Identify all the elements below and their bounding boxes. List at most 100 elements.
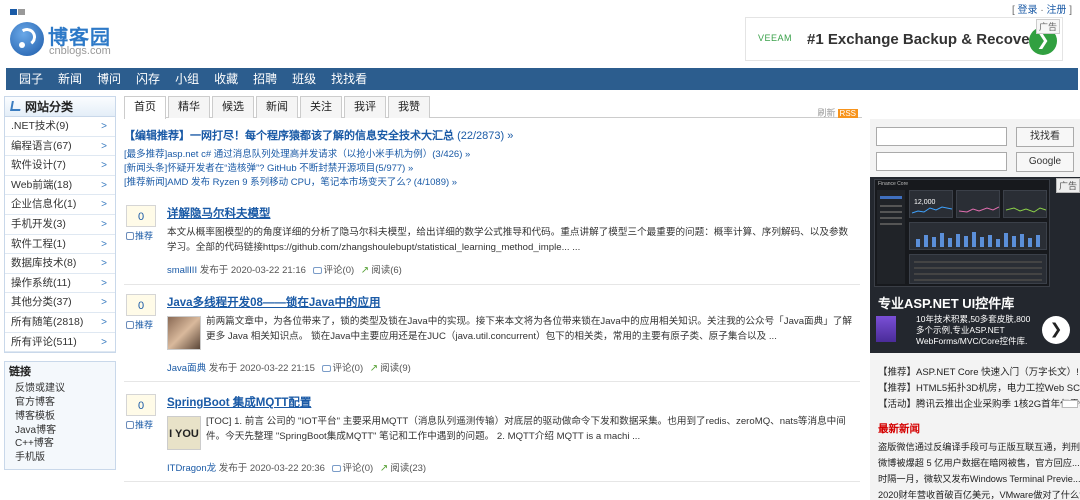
tab-news[interactable]: 新闻 [256, 96, 298, 118]
register-link[interactable]: 注册 [1046, 5, 1066, 16]
tab-home[interactable]: 首页 [124, 96, 166, 119]
recommendation-list: [最多推荐]asp.net c# 通过消息队列处理高并发请求（以抢小米手机为例）… [124, 148, 862, 190]
tab-my-comments[interactable]: 我评 [344, 96, 386, 118]
post-meta: ITDragon龙 发布于 2020-03-22 20:36 评论(0) ↗ 阅读… [167, 460, 426, 474]
nav-item[interactable]: 找找看 [318, 68, 367, 90]
news-item[interactable]: 2020财年营收首破百亿美元，VMware做对了什么? [878, 487, 1080, 500]
author-avatar[interactable]: I YOU [167, 416, 201, 450]
tab-featured[interactable]: 精华 [168, 96, 210, 118]
recommend-button[interactable]: 推荐 [126, 418, 156, 431]
site-logo[interactable]: 博客园 cnblogs.com [10, 20, 140, 62]
top-squares-icon [10, 4, 26, 15]
editor-headline[interactable]: 【编辑推荐】一网打尽！每个程序猿都该了解的信息安全技术大汇总 (22/2873)… [124, 127, 862, 143]
top-bar: [ 登录 · 注册 ] [0, 0, 1080, 16]
category-title: 网站分类 [25, 100, 74, 114]
category-item[interactable]: 所有随笔(2818) > [5, 312, 115, 333]
side-ad-title: 专业ASP.NET UI控件库 [878, 296, 1015, 311]
rss-icon[interactable]: RSS [837, 109, 858, 118]
recommend-button[interactable]: 推荐 [126, 229, 156, 242]
site-search-button[interactable]: 找找看 [1016, 127, 1074, 147]
nav-item[interactable]: 博问 [84, 68, 121, 90]
vote-count: 0 [126, 294, 156, 316]
post-author[interactable]: smallIII [167, 265, 197, 276]
nav-item[interactable]: 班级 [279, 68, 316, 90]
promo-item[interactable]: 【活动】腾讯云推出企业采购季 1核2G首年仅需99元 [878, 396, 1080, 410]
promo-item[interactable]: 【推荐】ASP.NET Core 快速入门（万字长文）! [878, 364, 1079, 378]
read-icon: ↗ [369, 363, 379, 374]
side-ad-arrow-icon[interactable]: ❯ [1042, 316, 1070, 344]
google-search-button[interactable]: Google [1016, 152, 1074, 172]
link-item[interactable]: Java博客 [5, 424, 115, 438]
comment-icon [321, 365, 331, 372]
category-item[interactable]: 手机开发(3) > [5, 214, 115, 235]
comment-icon [331, 465, 341, 472]
category-item[interactable]: 其他分类(37) > [5, 293, 115, 313]
bracket-close: ] [1069, 5, 1072, 16]
tab-my-likes[interactable]: 我赞 [388, 96, 430, 118]
thumbs-up-icon [126, 321, 134, 329]
vote-count: 0 [126, 394, 156, 416]
news-item[interactable]: 微博被爆超 5 亿用户数据在暗网被售，官方回应... [878, 455, 1080, 469]
chevron-right-icon: > [101, 297, 107, 309]
chevron-right-icon: > [101, 336, 107, 348]
headline-text: 【编辑推荐】一网打尽！每个程序猿都该了解的信息安全技术大汇总 [124, 130, 454, 142]
category-item[interactable]: Web前端(18) > [5, 175, 115, 196]
post-author[interactable]: Java面典 [167, 363, 206, 374]
login-link[interactable]: 登录 [1018, 5, 1038, 16]
post-comments[interactable]: 评论(0) [333, 363, 364, 374]
logo-icon [10, 22, 44, 56]
side-ad-tag[interactable]: 广告 [1055, 178, 1080, 193]
recommend-button[interactable]: 推荐 [126, 318, 156, 331]
post-reads[interactable]: 阅读(9) [380, 363, 411, 374]
site-search-input[interactable] [876, 127, 1007, 146]
recommendation-item[interactable]: [推荐新闻]AMD 发布 Ryzen 9 系列移动 CPU，笔记本市场变天了么?… [124, 176, 862, 190]
link-item[interactable]: 官方博客 [5, 396, 115, 410]
refresh-link[interactable]: 刷新 [818, 108, 836, 118]
promo-item[interactable]: 【推荐】HTML5拓扑3D机房，电力工控Web SCADA [878, 380, 1080, 394]
chevron-right-icon: > [101, 258, 107, 270]
recommendation-item[interactable]: [新闻头条]怀疑开发者在“造核弹”? GitHub 不断封禁开源项目(5/977… [124, 162, 862, 176]
post-comments[interactable]: 评论(0) [343, 463, 374, 474]
link-item[interactable]: 博客模板 [5, 410, 115, 424]
post-reads[interactable]: 阅读(23) [390, 463, 426, 474]
post-title[interactable]: SpringBoot 集成MQTT配置 [167, 394, 311, 410]
link-item[interactable]: 反馈或建议 [5, 382, 115, 396]
category-box: 网站分类 .NET技术(9) > 编程语言(67) > 软件设计(7) > Web前端… [4, 96, 116, 354]
nav-item[interactable]: 小组 [162, 68, 199, 90]
recommendation-item[interactable]: [最多推荐]asp.net c# 通过消息队列处理高并发请求（以抢小米手机为例）… [124, 148, 862, 162]
link-item[interactable]: C++博客 [5, 437, 115, 451]
google-search-input[interactable] [876, 152, 1007, 171]
post-author[interactable]: ITDragon龙 [167, 463, 216, 474]
nav-item[interactable]: 新闻 [45, 68, 82, 90]
nav-item[interactable]: 招聘 [240, 68, 277, 90]
news-item[interactable]: 盗版微信通过反编译手段可与正版互联互通，判刑... [878, 439, 1080, 453]
ad-marker-icon[interactable] [1062, 400, 1078, 408]
category-item[interactable]: 软件设计(7) > [5, 156, 115, 176]
nav-item[interactable]: 园子 [6, 68, 43, 90]
main-content: 首页 精华 候选 新闻 关注 我评 我赞 刷新 RSS 【编辑推荐】一网打尽！每个… [124, 96, 862, 482]
post-title[interactable]: 详解隐马尔科夫模型 [167, 205, 271, 221]
ad-tag[interactable]: 广告 [1035, 19, 1060, 34]
category-item[interactable]: .NET技术(9) > [5, 117, 115, 137]
nav-item[interactable]: 闪存 [123, 68, 160, 90]
side-ad[interactable]: 广告 Finance Core 12,000 专业ASP.NET UI控件库 1… [870, 177, 1080, 353]
bracket-open: [ [1011, 5, 1015, 16]
post-title[interactable]: Java多线程开发08——锁在Java中的应用 [167, 294, 380, 310]
category-item[interactable]: 操作系统(11) > [5, 273, 115, 294]
tab-following[interactable]: 关注 [300, 96, 342, 118]
link-item[interactable]: 手机版 [5, 451, 115, 465]
category-item[interactable]: 数据库技术(8) > [5, 254, 115, 274]
post-reads[interactable]: 阅读(6) [371, 265, 402, 276]
category-item[interactable]: 软件工程(1) > [5, 234, 115, 255]
author-avatar[interactable] [167, 316, 201, 350]
tab-candidates[interactable]: 候选 [212, 96, 254, 118]
top-ad-banner[interactable]: VEEAM #1 Exchange Backup & Recovery ❯ 广告 [745, 17, 1063, 61]
nav-item[interactable]: 收藏 [201, 68, 238, 90]
post-comments[interactable]: 评论(0) [324, 265, 355, 276]
category-item[interactable]: 企业信息化(1) > [5, 195, 115, 215]
category-item[interactable]: 所有评论(511) > [5, 332, 115, 353]
category-item[interactable]: 编程语言(67) > [5, 136, 115, 157]
news-item[interactable]: 时隔一月，微软又发布Windows Terminal Previe... [878, 471, 1080, 485]
post-item: 0 推荐 详解隐马尔科夫模型 本文从概率图模型的的角度详细的分析了隐马尔科夫模型… [124, 205, 860, 285]
latest-news-title[interactable]: 最新新闻 [878, 421, 920, 436]
